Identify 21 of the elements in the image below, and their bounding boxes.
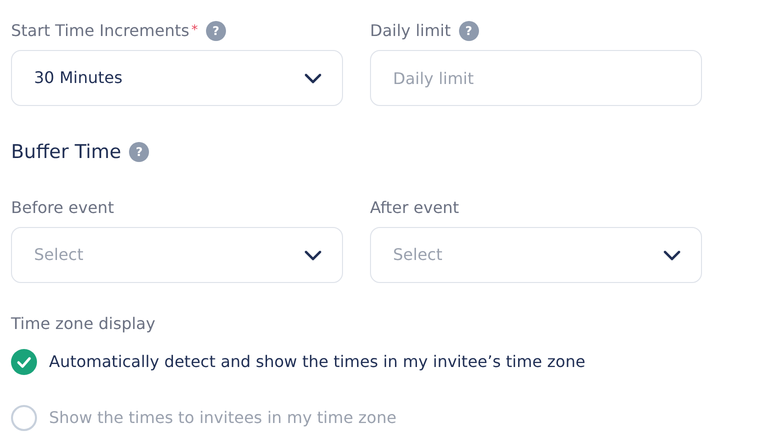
option-label[interactable]: Automatically detect and show the times in my invitee’s time zone bbox=[49, 350, 586, 374]
section-heading: Buffer Time bbox=[11, 140, 122, 165]
check-circle-icon[interactable] bbox=[11, 349, 37, 375]
input-field[interactable]: Daily limit bbox=[370, 50, 702, 106]
field-label: After event bbox=[370, 197, 460, 219]
field-label: Daily limit bbox=[370, 20, 451, 42]
field-label: Start Time Increments bbox=[11, 20, 190, 42]
required-mark: * bbox=[191, 22, 198, 40]
chevron-down-icon bbox=[663, 250, 681, 260]
select-field[interactable]: 30 Minutes bbox=[11, 50, 343, 106]
chevron-down-icon bbox=[304, 250, 322, 260]
option-label[interactable]: Show the times to invitees in my time zone bbox=[49, 406, 396, 430]
chevron-down-icon bbox=[304, 72, 322, 84]
field-label: Before event bbox=[11, 197, 114, 219]
help-icon: ? bbox=[206, 21, 226, 41]
help-icon: ? bbox=[129, 142, 150, 162]
help-icon: ? bbox=[458, 21, 479, 41]
select-field[interactable]: Select bbox=[11, 227, 343, 283]
select-field[interactable]: Select bbox=[370, 227, 702, 283]
section-label: Time zone display bbox=[11, 313, 156, 335]
radio-button[interactable] bbox=[11, 405, 37, 431]
